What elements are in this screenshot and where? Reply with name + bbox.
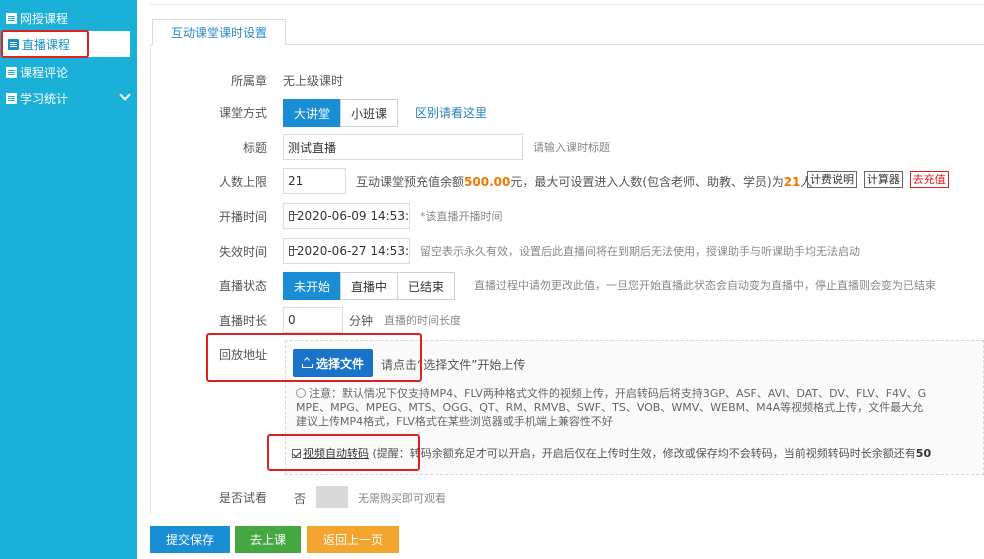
divider xyxy=(150,4,984,5)
capacity-text-mid: 元，最大可设置进入人数(包含老师、助教、学员)为 xyxy=(510,175,784,189)
capacity-actions: 计费说明 计算器 去充值 xyxy=(807,171,949,188)
select-file-button[interactable]: 选择文件 xyxy=(293,349,373,377)
upload-hint: 请点击“选择文件”开始上传 xyxy=(381,358,526,372)
mode-label: 课堂方式 xyxy=(218,106,267,120)
auto-transcode-row: 视频自动转码 (提醒：转码余额充足才可以开启，开启后仅在上传时生效，修改或保存均… xyxy=(292,445,984,461)
book-icon xyxy=(6,12,17,24)
max-value: 21 xyxy=(783,175,801,189)
sidebar-item-course-review[interactable]: 课程评论 xyxy=(0,59,137,85)
expire-time-label: 失效时间 xyxy=(218,245,267,259)
sidebar-item-label: 学习统计 xyxy=(20,91,69,106)
chevron-down-icon xyxy=(119,89,131,101)
calendar-icon xyxy=(289,246,298,256)
auto-transcode-label[interactable]: 视频自动转码 xyxy=(303,447,369,460)
calculator-button[interactable]: 计算器 xyxy=(863,171,903,188)
expire-time-input[interactable]: 2020-06-27 14:53: xyxy=(283,238,410,264)
upload-icon xyxy=(301,359,313,368)
mode-option-small-class[interactable]: 小班课 xyxy=(340,99,399,127)
calendar-icon xyxy=(289,211,298,221)
note-line-1: 注意：默认情况下仅支持MP4、FLV两种格式文件的视频上传，开启转码后将支持3G… xyxy=(309,387,927,400)
fee-info-button[interactable]: 计费说明 xyxy=(807,171,857,188)
start-time-input[interactable]: 2020-06-09 14:53: xyxy=(283,203,410,229)
duration-unit: 分钟 xyxy=(349,314,374,328)
sidebar-item-live-course[interactable]: 直播课程 xyxy=(2,31,130,57)
recharge-button[interactable]: 去充值 xyxy=(909,171,949,188)
note-line-3: 建议上传MP4格式，FLV格式在某些浏览器或手机端上兼容性不好 xyxy=(296,415,613,428)
select-file-label: 选择文件 xyxy=(315,356,364,371)
sidebar-item-label: 课程评论 xyxy=(20,65,69,80)
capacity-input[interactable] xyxy=(283,168,346,194)
title-hint: 请输入课时标题 xyxy=(533,141,610,154)
mode-difference-link[interactable]: 区别请看这里 xyxy=(415,104,487,121)
book-icon xyxy=(8,38,19,50)
duration-label: 直播时长 xyxy=(218,314,267,328)
lightbulb-icon xyxy=(296,388,306,398)
status-label: 直播状态 xyxy=(218,279,267,293)
sidebar: 网授课程 直播课程 课程评论 学习统计 xyxy=(0,0,137,559)
back-button[interactable]: 返回上一页 xyxy=(307,526,399,553)
sidebar-item-online-course[interactable]: 网授课程 xyxy=(0,5,137,31)
go-class-button[interactable]: 去上课 xyxy=(235,526,301,553)
note-line-2: MPE、MPG、MPEG、MTS、OGG、QT、RM、RMVB、SWF、TS、V… xyxy=(296,401,924,414)
balance-value: 500.00 xyxy=(464,175,511,189)
duration-hint: 直播的时间长度 xyxy=(384,314,461,327)
title-input[interactable] xyxy=(283,134,523,160)
trial-toggle[interactable] xyxy=(316,486,348,508)
tab-live-lesson-settings[interactable]: 互动课堂课时设置 xyxy=(152,19,286,45)
mode-option-lecture[interactable]: 大讲堂 xyxy=(283,99,342,127)
submit-button[interactable]: 提交保存 xyxy=(150,526,230,553)
auto-transcode-checkbox[interactable] xyxy=(292,449,301,458)
mode-toggle: 大讲堂 小班课 xyxy=(283,99,399,127)
duration-input[interactable] xyxy=(283,307,343,333)
remind-value: 50 xyxy=(915,447,932,460)
start-time-hint: *该直播开播时间 xyxy=(420,210,503,223)
expire-time-value: 2020-06-27 14:53: xyxy=(296,244,409,258)
status-toggle: 未开始 直播中 已结束 xyxy=(283,272,456,300)
start-time-value: 2020-06-09 14:53: xyxy=(296,209,409,223)
chapter-label: 所属章 xyxy=(230,74,267,88)
main-content: 互动课堂课时设置 所属章 无上级课时 课堂方式 大讲堂 小班课 区别请看这里 标… xyxy=(150,0,984,559)
format-note: 注意：默认情况下仅支持MP4、FLV两种格式文件的视频上传，开启转码后将支持3G… xyxy=(296,387,984,429)
remind-prefix: (提醒： xyxy=(372,447,410,460)
sidebar-item-learning-stats[interactable]: 学习统计 xyxy=(0,85,137,111)
expire-time-hint: 留空表示永久有效，设置后此直播间将在到期后无法使用，授课助手与听课助手均无法启动 xyxy=(420,245,860,258)
sidebar-item-label: 直播课程 xyxy=(22,37,71,52)
sidebar-item-label: 网授课程 xyxy=(20,11,69,26)
start-time-label: 开播时间 xyxy=(218,210,267,224)
title-label: 标题 xyxy=(242,141,267,155)
status-option-ended[interactable]: 已结束 xyxy=(397,272,456,300)
trial-label: 是否试看 xyxy=(218,491,267,505)
replay-label: 回放地址 xyxy=(218,348,267,362)
status-option-live[interactable]: 直播中 xyxy=(340,272,399,300)
chapter-value: 无上级课时 xyxy=(283,74,344,88)
trial-hint: 无需购买即可观看 xyxy=(358,492,446,505)
capacity-label: 人数上限 xyxy=(218,175,267,189)
book-icon xyxy=(6,92,17,104)
remind-text: 转码余额充足才可以开启，开启后仅在上传时生效，修改或保存均不会转码，当前视频转码… xyxy=(409,447,916,460)
status-option-not-started[interactable]: 未开始 xyxy=(283,272,342,300)
status-hint: 直播过程中请勿更改此值，一旦您开始直播此状态会自动变为直播中，停止直播则会变为已… xyxy=(474,279,936,292)
capacity-info: 互动课堂预充值余额500.00元，最大可设置进入人数(包含老师、助教、学员)为2… xyxy=(356,173,812,190)
trial-value: 否 xyxy=(294,492,307,506)
book-icon xyxy=(6,66,17,78)
capacity-text-prefix: 互动课堂预充值余额 xyxy=(356,175,465,189)
